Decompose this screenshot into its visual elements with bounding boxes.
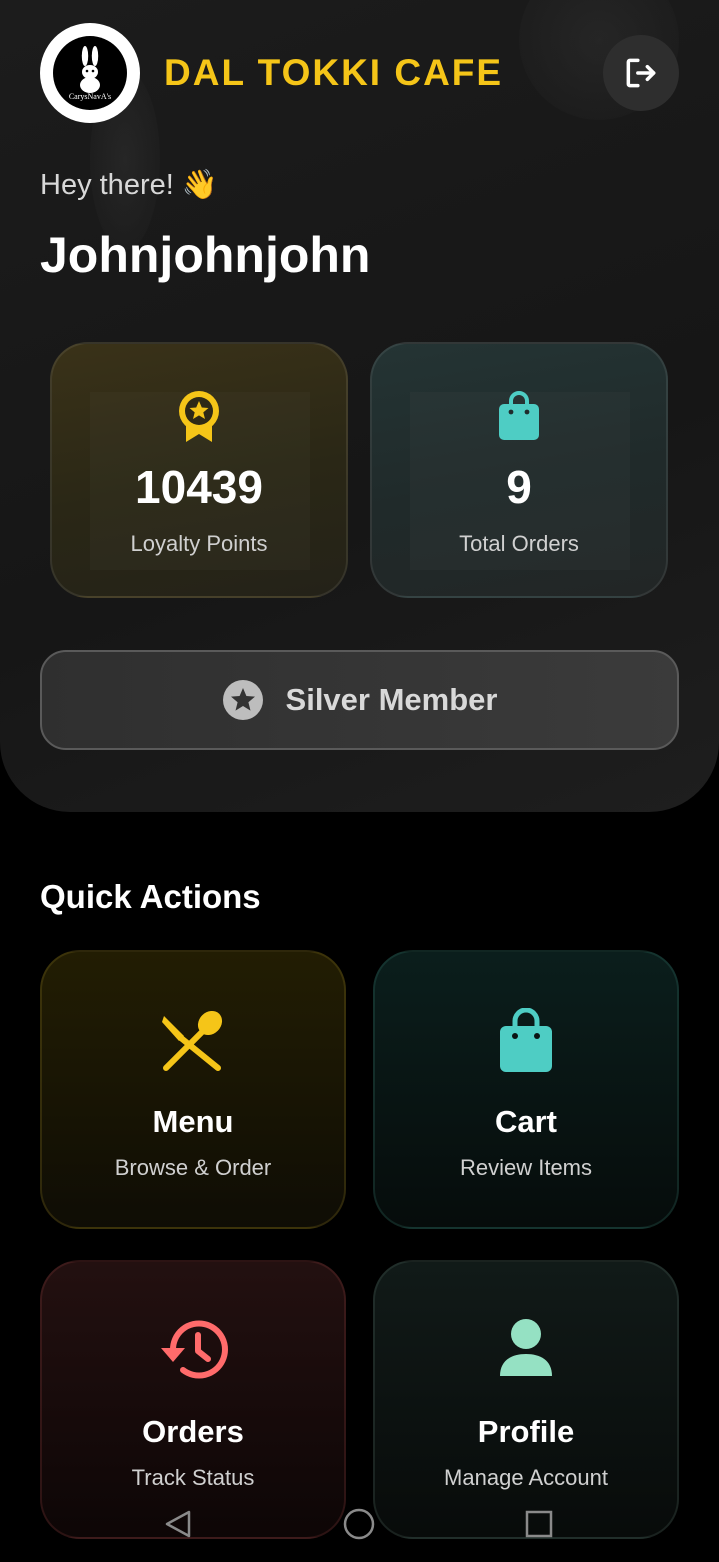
logout-button[interactable] xyxy=(603,35,679,111)
back-triangle-icon xyxy=(165,1510,191,1538)
shopping-bag-icon xyxy=(500,1008,552,1072)
total-orders-label: Total Orders xyxy=(459,531,579,556)
header-panel: CarysNavA's DAL TOKKI CAFE Hey there! 👋 … xyxy=(0,0,719,812)
history-icon xyxy=(161,1320,228,1379)
loyalty-points-label: Loyalty Points xyxy=(130,531,268,556)
greeting-text: Hey there! 👋 xyxy=(40,169,218,201)
profile-title: Profile xyxy=(477,1414,575,1449)
orders-title: Orders xyxy=(142,1414,244,1449)
cart-subtitle: Review Items xyxy=(459,1155,593,1180)
menu-subtitle: Browse & Order xyxy=(114,1155,272,1180)
recents-square-icon xyxy=(525,1510,553,1538)
menu-title: Menu xyxy=(152,1104,234,1139)
rabbit-logo-icon xyxy=(80,45,100,93)
person-icon xyxy=(500,1319,552,1376)
menu-action-card[interactable]: Menu Browse & Order xyxy=(40,950,346,1229)
nav-home-button[interactable] xyxy=(341,1506,377,1542)
quick-actions-title: Quick Actions xyxy=(40,878,261,915)
membership-label: Silver Member xyxy=(285,682,498,717)
profile-action-card[interactable]: Profile Manage Account xyxy=(373,1260,679,1539)
home-circle-icon xyxy=(343,1508,375,1540)
orders-subtitle: Track Status xyxy=(131,1465,255,1490)
total-orders-value: 9 xyxy=(506,461,532,513)
nav-back-button[interactable] xyxy=(160,1506,196,1542)
home-screen: CarysNavA's DAL TOKKI CAFE Hey there! 👋 … xyxy=(0,0,719,1562)
cafe-logo: CarysNavA's xyxy=(40,23,140,123)
utensils-icon xyxy=(162,1010,223,1071)
logout-icon xyxy=(626,58,656,88)
cart-title: Cart xyxy=(494,1104,557,1139)
profile-subtitle: Manage Account xyxy=(444,1465,608,1490)
loyalty-points-card: 10439 Loyalty Points xyxy=(50,342,348,598)
star-circle-icon xyxy=(222,680,263,720)
award-icon xyxy=(179,391,219,442)
cart-action-card[interactable]: Cart Review Items xyxy=(373,950,679,1229)
username: Johnjohnjohn xyxy=(40,227,371,283)
nav-recents-button[interactable] xyxy=(521,1506,557,1542)
membership-badge-button[interactable]: Silver Member xyxy=(40,650,679,750)
shopping-bag-icon xyxy=(499,391,539,440)
total-orders-card: 9 Total Orders xyxy=(370,342,668,598)
loyalty-points-value: 10439 xyxy=(135,461,263,513)
logo-text: CarysNavA's xyxy=(68,91,112,101)
brand-title: DAL TOKKI CAFE xyxy=(164,52,504,93)
orders-action-card[interactable]: Orders Track Status xyxy=(40,1260,346,1539)
